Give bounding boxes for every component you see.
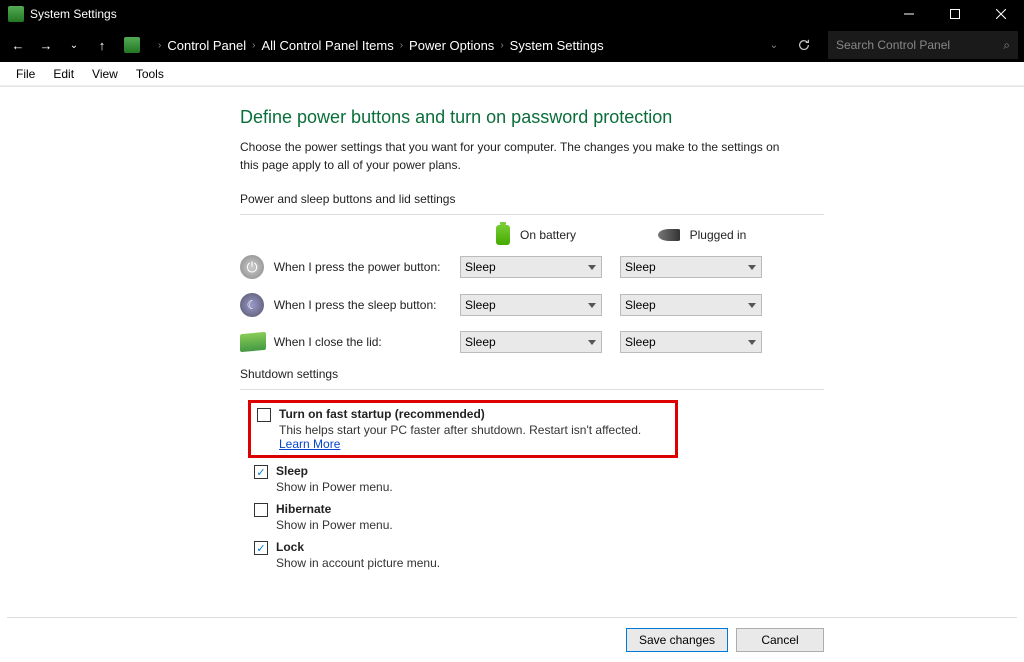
hibernate-desc: Show in Power menu.	[276, 518, 393, 532]
search-icon: ⌕	[1003, 38, 1010, 53]
menu-bar: File Edit View Tools	[0, 62, 1024, 86]
breadcrumb-item[interactable]: Power Options	[409, 38, 494, 53]
minimize-button[interactable]	[886, 0, 932, 28]
sleep-button-icon: ☾	[240, 293, 264, 317]
lid-battery-select[interactable]: Sleep	[460, 331, 602, 353]
sleep-plugged-select[interactable]: Sleep	[620, 294, 762, 316]
sleep-battery-select[interactable]: Sleep	[460, 294, 602, 316]
lock-desc: Show in account picture menu.	[276, 556, 440, 570]
save-button[interactable]: Save changes	[626, 628, 728, 652]
hibernate-label: Hibernate	[276, 502, 331, 516]
app-icon	[8, 6, 24, 22]
lid-icon	[240, 332, 266, 352]
sleep-checkbox[interactable]	[254, 465, 268, 479]
row-label-power: When I press the power button:	[274, 260, 460, 274]
refresh-button[interactable]	[790, 31, 818, 59]
lid-plugged-select[interactable]: Sleep	[620, 331, 762, 353]
menu-edit[interactable]: Edit	[45, 65, 82, 83]
content-area: Define power buttons and turn on passwor…	[0, 86, 1024, 662]
breadcrumb-item[interactable]: All Control Panel Items	[261, 38, 393, 53]
address-bar: ← → ⌄ ↑ › Control Panel › All Control Pa…	[0, 28, 1024, 62]
page-title: Define power buttons and turn on passwor…	[240, 107, 824, 128]
hibernate-checkbox[interactable]	[254, 503, 268, 517]
sleep-desc: Show in Power menu.	[276, 480, 393, 494]
menu-view[interactable]: View	[84, 65, 126, 83]
learn-more-link[interactable]: Learn More	[279, 437, 340, 451]
column-plugged-label: Plugged in	[690, 228, 747, 242]
section-label-shutdown: Shutdown settings	[240, 367, 824, 381]
footer-divider	[7, 617, 1017, 618]
breadcrumb-dropdown[interactable]: ⌄	[762, 33, 786, 57]
chevron-right-icon: ›	[158, 40, 161, 51]
up-button[interactable]: ↑	[90, 33, 114, 57]
fast-startup-desc: This helps start your PC faster after sh…	[279, 423, 669, 451]
power-button-icon: ⏻	[240, 255, 264, 279]
row-label-lid: When I close the lid:	[274, 335, 460, 349]
chevron-right-icon: ›	[400, 40, 403, 51]
search-placeholder: Search Control Panel	[836, 38, 950, 52]
back-button[interactable]: ←	[6, 33, 30, 57]
close-button[interactable]	[978, 0, 1024, 28]
breadcrumb-item[interactable]: System Settings	[510, 38, 604, 53]
recent-locations-button[interactable]: ⌄	[62, 33, 86, 57]
section-label-buttons: Power and sleep buttons and lid settings	[240, 192, 824, 206]
highlighted-setting: Turn on fast startup (recommended) This …	[248, 400, 678, 458]
fast-startup-checkbox[interactable]	[257, 408, 271, 422]
plug-icon	[658, 229, 680, 241]
breadcrumb-item[interactable]: Control Panel	[167, 38, 246, 53]
fast-startup-label: Turn on fast startup (recommended)	[279, 407, 485, 421]
column-battery-label: On battery	[520, 228, 576, 242]
sleep-label: Sleep	[276, 464, 308, 478]
location-icon	[124, 37, 140, 53]
forward-button[interactable]: →	[34, 33, 58, 57]
breadcrumb[interactable]: › Control Panel › All Control Panel Item…	[150, 31, 758, 59]
maximize-button[interactable]	[932, 0, 978, 28]
divider	[240, 214, 824, 215]
footer-buttons: Save changes Cancel	[626, 628, 824, 652]
chevron-right-icon: ›	[500, 40, 503, 51]
power-plugged-select[interactable]: Sleep	[620, 256, 762, 278]
menu-tools[interactable]: Tools	[128, 65, 172, 83]
titlebar: System Settings	[0, 0, 1024, 28]
chevron-right-icon: ›	[252, 40, 255, 51]
lock-label: Lock	[276, 540, 304, 554]
menu-file[interactable]: File	[8, 65, 43, 83]
search-input[interactable]: Search Control Panel ⌕	[828, 31, 1018, 59]
power-battery-select[interactable]: Sleep	[460, 256, 602, 278]
window-title: System Settings	[30, 7, 886, 21]
page-intro: Choose the power settings that you want …	[240, 138, 780, 174]
row-label-sleep: When I press the sleep button:	[274, 298, 460, 312]
divider	[240, 389, 824, 390]
battery-icon	[496, 225, 510, 245]
lock-checkbox[interactable]	[254, 541, 268, 555]
cancel-button[interactable]: Cancel	[736, 628, 824, 652]
